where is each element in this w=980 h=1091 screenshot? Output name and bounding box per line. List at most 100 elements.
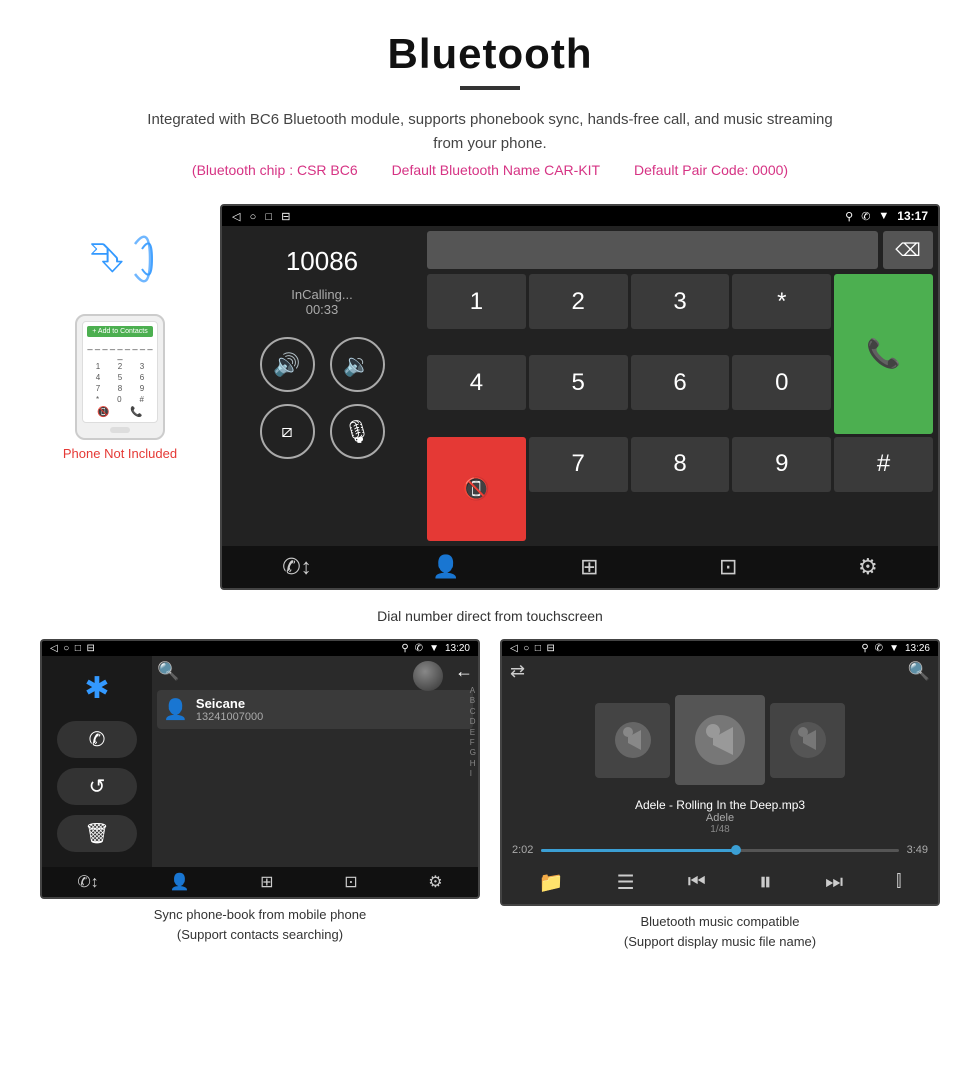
bottom-section: ◁ ○ □ ⊟ ⚲ ✆ ▼ 13:20 ✱ ✆ ↺ 🗑 [0, 629, 980, 961]
pb-contact[interactable]: 👤 Seicane 13241007000 [157, 690, 473, 729]
music-progress-bar[interactable] [541, 849, 898, 852]
music-eq-icon[interactable]: ⫿ [896, 873, 901, 891]
phonebook-layout: ✱ ✆ ↺ 🗑 🔍 ← 👤 Seicane [42, 656, 478, 867]
bottom-call-icon[interactable]: ✆↕ [282, 554, 311, 580]
dial-input-field[interactable] [427, 231, 878, 269]
title-underline [460, 86, 520, 90]
pb-wifi-icon: ▼ [429, 643, 439, 654]
music-wifi-icon: ▼ [889, 643, 899, 654]
mute-button[interactable]: 🎙 [330, 404, 385, 459]
pb-caption: Sync phone-book from mobile phone (Suppo… [149, 899, 371, 944]
music-prev-button[interactable]: ⏮ [688, 871, 706, 894]
dial-key-4[interactable]: 4 [427, 355, 526, 410]
music-albums [502, 687, 938, 793]
backspace-button[interactable]: ⌫ [883, 231, 933, 269]
pb-scroll-indicator [413, 661, 443, 691]
phone-not-included-label: Phone Not Included [63, 446, 177, 461]
pb-contact-info: Seicane 13241007000 [196, 696, 263, 723]
page-title: Bluetooth [20, 30, 960, 78]
dial-key-star[interactable]: * [732, 274, 831, 329]
pb-contact-name: Seicane [196, 696, 263, 711]
music-artist: Adele [507, 812, 933, 824]
volume-up-button[interactable]: 🔊 [260, 337, 315, 392]
pb-call-button[interactable]: ✆ [57, 721, 137, 758]
dial-status-text: InCalling... [291, 287, 352, 302]
dial-key-8[interactable]: 8 [631, 437, 730, 492]
bluetooth-waves-icon [130, 229, 170, 296]
music-caption-line1: Bluetooth music compatible [641, 914, 800, 929]
pb-delete-button[interactable]: 🗑 [57, 815, 137, 852]
pb-back-icon[interactable]: ← [455, 661, 473, 682]
bottom-transfer-icon[interactable]: ⊡ [719, 554, 737, 580]
music-next-button[interactable]: ⏭ [825, 871, 843, 894]
dial-key-2[interactable]: 2 [529, 274, 628, 329]
music-search-icon[interactable]: 🔍 [908, 661, 930, 682]
pb-bluetooth-icon: ✱ [84, 671, 109, 706]
volume-down-button[interactable]: 🔉 [330, 337, 385, 392]
music-time-total: 3:49 [907, 844, 928, 856]
phonebook-item: ◁ ○ □ ⊟ ⚲ ✆ ▼ 13:20 ✱ ✆ ↺ 🗑 [40, 639, 480, 951]
music-list-icon[interactable]: ☰ [617, 870, 635, 895]
music-play-pause-button[interactable]: ⏸ [759, 866, 772, 898]
music-track-info: 1/48 [507, 824, 933, 835]
transfer-call-button[interactable]: ⧄ [260, 404, 315, 459]
music-album-right [770, 703, 845, 778]
dial-time: 13:17 [897, 209, 928, 223]
dialed-number: 10086 [286, 246, 358, 277]
dial-key-0[interactable]: 0 [732, 355, 831, 410]
dial-key-5[interactable]: 5 [529, 355, 628, 410]
pb-bottom-grid-icon[interactable]: ⊞ [260, 872, 273, 892]
bottom-settings-icon[interactable]: ⚙ [858, 554, 878, 580]
pb-refresh-button[interactable]: ↺ [57, 768, 137, 805]
music-screen: ◁ ○ □ ⊟ ⚲ ✆ ▼ 13:26 ⇄ 🔍 [500, 639, 940, 906]
call-red-button[interactable]: 📵 [427, 437, 526, 542]
music-shuffle-icon[interactable]: ⇄ [510, 661, 525, 682]
pb-caption-line1: Sync phone-book from mobile phone [154, 907, 366, 922]
music-folder-icon[interactable]: 📁 [539, 870, 564, 895]
pb-location-icon: ⚲ [401, 643, 408, 654]
dial-key-9[interactable]: 9 [732, 437, 831, 492]
pb-nav-icons: ◁ ○ □ ⊟ [50, 643, 95, 654]
dial-key-hash[interactable]: # [834, 437, 933, 492]
music-time-current: 2:02 [512, 844, 533, 856]
phone-illustration: ⮷ + Add to Contacts _ _ _ _ _ _ _ _ _ _ … [40, 204, 200, 461]
pb-bottom-transfer-icon[interactable]: ⊡ [344, 872, 357, 892]
bluetooth-icon: ⮷ [90, 234, 124, 283]
spec-chip: (Bluetooth chip : CSR BC6 [192, 162, 358, 178]
pb-contact-number: 13241007000 [196, 711, 263, 723]
pb-left-panel: ✱ ✆ ↺ 🗑 [42, 656, 152, 867]
pb-bottom-call-icon[interactable]: ✆↕ [77, 872, 98, 892]
phone-frame: + Add to Contacts _ _ _ _ _ _ _ _ _ _ 12… [75, 314, 165, 440]
bottom-contact-icon[interactable]: 👤 [432, 554, 459, 580]
phone-home-btn [110, 427, 130, 433]
pb-status-bar: ◁ ○ □ ⊟ ⚲ ✆ ▼ 13:20 [42, 641, 478, 656]
bottom-grid-icon[interactable]: ⊞ [580, 554, 598, 580]
call-green-button[interactable]: 📞 [834, 274, 933, 434]
pb-bottom-contact-icon[interactable]: 👤 [169, 872, 189, 892]
pb-time: 13:20 [445, 643, 470, 654]
spec-name: Default Bluetooth Name CAR-KIT [392, 162, 601, 178]
dial-input-row: ⌫ [427, 231, 933, 269]
dial-key-1[interactable]: 1 [427, 274, 526, 329]
music-top-row: ⇄ 🔍 [502, 656, 938, 687]
pb-alpha-list: A B C D E F G H I [470, 686, 476, 780]
pb-caption-line2: (Support contacts searching) [177, 927, 343, 942]
dial-status-icons: ⚲ ✆ ▼ 13:17 [845, 209, 928, 223]
pb-bottom-settings-icon[interactable]: ⚙ [428, 872, 442, 892]
bluetooth-specs: (Bluetooth chip : CSR BC6 Default Blueto… [20, 162, 960, 178]
dial-controls-row-2: ⧄ 🎙 [260, 404, 385, 459]
music-item: ◁ ○ □ ⊟ ⚲ ✆ ▼ 13:26 ⇄ 🔍 [500, 639, 940, 951]
music-album-left [595, 703, 670, 778]
pb-right-panel: 🔍 ← 👤 Seicane 13241007000 A B [152, 656, 478, 867]
dial-timer: 00:33 [306, 302, 339, 317]
music-time: 13:26 [905, 643, 930, 654]
dial-nav-icons: ◁ ○ □ ⊟ [232, 210, 290, 223]
dial-key-7[interactable]: 7 [529, 437, 628, 492]
music-bar-dot [731, 845, 741, 855]
music-location-icon: ⚲ [861, 643, 868, 654]
dial-key-6[interactable]: 6 [631, 355, 730, 410]
dial-key-3[interactable]: 3 [631, 274, 730, 329]
pb-contact-avatar-icon: 👤 [163, 697, 188, 722]
music-status-bar: ◁ ○ □ ⊟ ⚲ ✆ ▼ 13:26 [502, 641, 938, 656]
pb-call-icon: ✆ [415, 643, 423, 654]
